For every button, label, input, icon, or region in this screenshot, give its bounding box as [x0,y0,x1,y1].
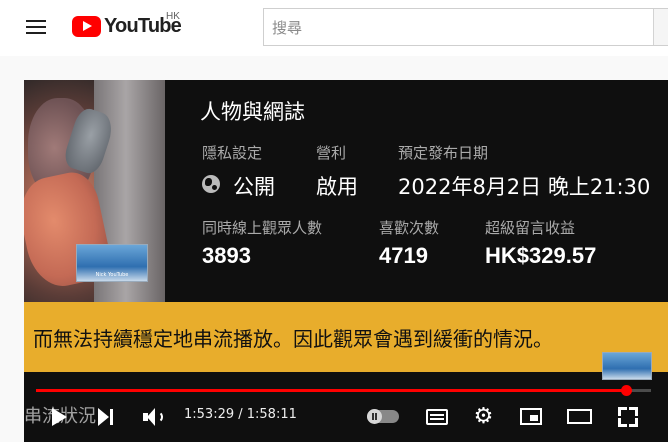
search-input[interactable] [270,16,654,40]
miniplayer-icon[interactable] [520,408,542,425]
play-icon[interactable] [52,408,67,426]
schedule-label: 預定發布日期 [398,144,489,162]
youtube-play-icon [72,16,101,37]
channel-watermark: Nick YouTube [76,244,148,282]
concurrent-viewers-value: 3893 [202,243,251,268]
autoplay-toggle[interactable] [367,409,399,424]
video-player[interactable]: Nick YouTube 人物與網誌 隱私設定 營利 預定發布日期 公開 啟用 … [24,80,668,442]
schedule-value: 2022年8月2日 晚上21:30 [398,175,651,199]
concurrent-viewers-label: 同時線上觀眾人數 [202,219,323,237]
likes-value: 4719 [379,243,428,268]
banner-text: 而無法持續穩定地串流播放。因此觀眾會遇到緩衝的情況。 [33,327,553,351]
privacy-label: 隱私設定 [202,144,263,162]
time-display: 1:53:29 / 1:58:11 [184,407,297,422]
watermark-label: Nick YouTube [95,272,129,278]
monetization-label: 營利 [316,144,347,162]
progress-played [36,389,627,392]
volume-icon[interactable] [143,407,165,427]
likes-label: 喜歡次數 [379,219,440,237]
search-button[interactable] [653,9,668,45]
monetization-value: 啟用 [316,175,358,199]
progress-bar[interactable] [36,385,651,396]
channel-watermark-small [602,352,652,380]
subtitles-icon[interactable] [426,409,448,425]
superchat-value: HK$329.57 [485,243,597,268]
theater-icon[interactable] [567,409,592,424]
search-box [263,8,668,46]
menu-icon[interactable] [26,18,46,36]
masthead: YouTube HK [0,0,668,56]
next-icon[interactable] [98,408,116,426]
globe-icon [202,175,220,193]
superchat-label: 超級留言收益 [485,219,576,237]
category-value: 人物與網誌 [200,100,305,124]
progress-scrubber[interactable] [621,385,633,396]
privacy-value: 公開 [233,175,275,199]
settings-icon[interactable]: ⚙ [473,406,494,428]
fullscreen-icon[interactable] [618,407,638,427]
buffering-banner: 而無法持續穩定地串流播放。因此觀眾會遇到緩衝的情況。 [24,302,668,372]
region-code: HK [166,11,180,22]
stream-info-panel: 人物與網誌 隱私設定 營利 預定發布日期 公開 啟用 2022年8月2日 晚上2… [165,80,668,302]
